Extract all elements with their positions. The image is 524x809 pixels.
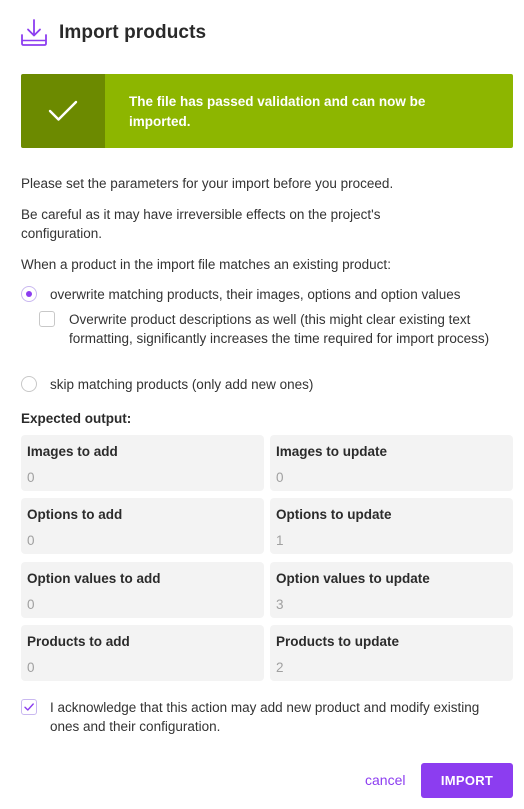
output-card-products-update: Products to update 2	[270, 625, 513, 681]
skip-option[interactable]: skip matching products (only add new one…	[21, 375, 313, 394]
validation-message: The file has passed validation and can n…	[105, 74, 513, 148]
dialog-title: Import products	[59, 22, 207, 43]
intro-text: Please set the parameters for your impor…	[21, 176, 394, 191]
overwrite-radio[interactable]	[21, 286, 37, 302]
card-value: 0	[27, 533, 35, 548]
descriptions-option[interactable]: Overwrite product descriptions as well (…	[39, 310, 509, 348]
import-icon	[21, 19, 47, 46]
output-card-images-update: Images to update 0	[270, 435, 513, 491]
cancel-button[interactable]: cancel	[365, 772, 405, 788]
warning-text: Be careful as it may have irreversible e…	[21, 207, 381, 241]
card-label: Options to add	[27, 507, 123, 522]
expected-output-title: Expected output:	[21, 411, 132, 426]
card-value: 0	[276, 470, 284, 485]
overwrite-label: overwrite matching products, their image…	[50, 287, 461, 302]
card-value: 2	[276, 660, 284, 675]
card-label: Images to add	[27, 444, 118, 459]
acknowledge-label: I acknowledge that this action may add n…	[50, 700, 480, 734]
output-card-option-values-update: Option values to update 3	[270, 562, 513, 618]
check-icon	[48, 100, 78, 121]
card-label: Products to update	[276, 634, 400, 649]
acknowledge-option[interactable]: I acknowledge that this action may add n…	[21, 698, 501, 736]
match-question: When a product in the import file matche…	[21, 257, 391, 272]
output-card-option-values-add: Option values to add 0	[21, 562, 264, 618]
card-label: Options to update	[276, 507, 392, 522]
dialog-header: Import products	[20, 18, 206, 48]
validation-banner: The file has passed validation and can n…	[21, 74, 513, 148]
output-card-images-add: Images to add 0	[21, 435, 264, 491]
output-card-products-add: Products to add 0	[21, 625, 264, 681]
descriptions-checkbox[interactable]	[39, 311, 55, 327]
card-label: Option values to add	[27, 571, 161, 586]
descriptions-label: Overwrite product descriptions as well (…	[69, 312, 490, 346]
output-card-options-update: Options to update 1	[270, 498, 513, 554]
output-card-options-add: Options to add 0	[21, 498, 264, 554]
import-button[interactable]: IMPORT	[421, 763, 513, 798]
skip-radio[interactable]	[21, 376, 37, 392]
card-value: 3	[276, 597, 284, 612]
card-value: 0	[27, 470, 35, 485]
card-value: 0	[27, 660, 35, 675]
card-value: 0	[27, 597, 35, 612]
card-label: Images to update	[276, 444, 388, 459]
card-label: Option values to update	[276, 571, 430, 586]
card-label: Products to add	[27, 634, 130, 649]
checkmark-icon	[24, 703, 34, 711]
skip-label: skip matching products (only add new one…	[50, 377, 314, 392]
check-icon-box	[21, 74, 105, 148]
overwrite-option[interactable]: overwrite matching products, their image…	[21, 285, 460, 304]
acknowledge-checkbox[interactable]	[21, 699, 37, 715]
card-value: 1	[276, 533, 284, 548]
